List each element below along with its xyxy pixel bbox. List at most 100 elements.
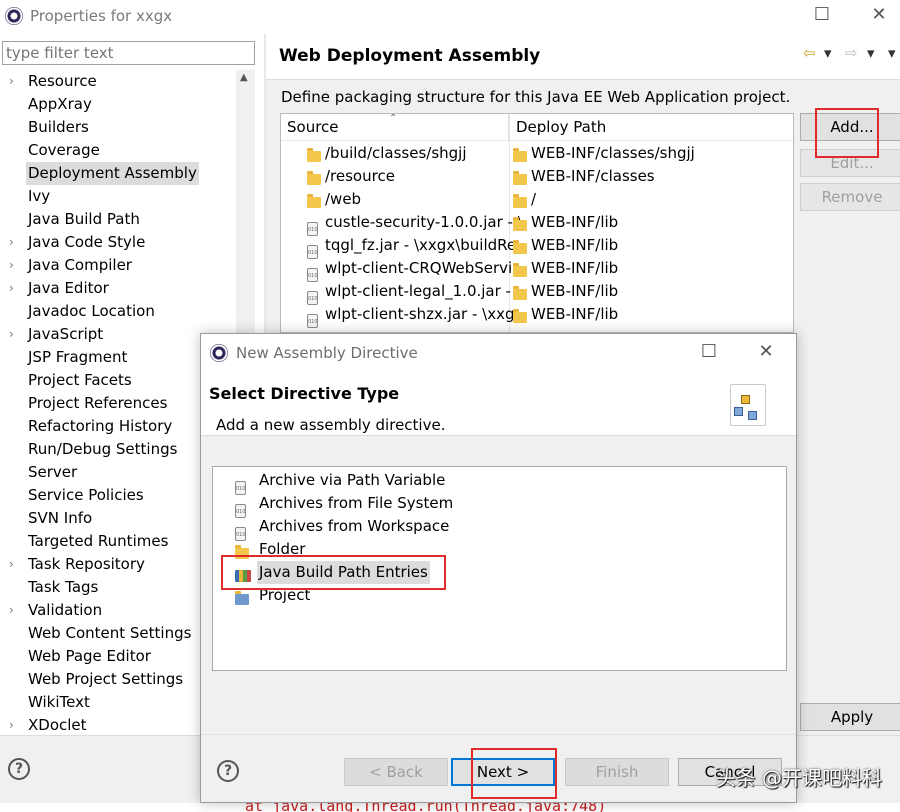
deploy-path-cell: / bbox=[531, 190, 537, 208]
tree-item[interactable]: › Java Editor bbox=[0, 277, 240, 300]
header-label: Source bbox=[287, 118, 339, 136]
directive-label: Archives from File System bbox=[259, 494, 454, 512]
tree-item-label: Targeted Runtimes bbox=[28, 532, 169, 550]
tree-item-label: Builders bbox=[28, 118, 89, 136]
forward-menu-icon[interactable]: ▾ bbox=[867, 44, 875, 62]
table-row[interactable]: 010 wlpt-client-legal_1.0.jar - WEB-INF/li… bbox=[281, 280, 793, 305]
tree-item-label: Deployment Assembly bbox=[26, 162, 199, 185]
list-item-icon-wrap bbox=[235, 566, 251, 589]
folder-icon bbox=[513, 286, 527, 300]
add-button[interactable]: Add... bbox=[800, 113, 900, 141]
dialog-help-icon[interactable]: ? bbox=[217, 760, 239, 782]
tree-item-label: Refactoring History bbox=[28, 417, 173, 435]
folder-icon bbox=[513, 309, 527, 323]
expand-chevron-icon[interactable]: › bbox=[9, 231, 14, 254]
folder-icon bbox=[513, 171, 527, 185]
table-row[interactable]: 010 wlpt-client-shzx.jar - \xxg WEB-INF/li… bbox=[281, 303, 793, 328]
page-description: Define packaging structure for this Java… bbox=[281, 88, 791, 106]
tree-item[interactable]: Deployment Assembly bbox=[0, 162, 240, 185]
wizard-banner-icon bbox=[730, 384, 766, 426]
tree-item-label: SVN Info bbox=[28, 509, 93, 527]
deploy-path-cell: WEB-INF/lib bbox=[531, 282, 619, 300]
expand-chevron-icon[interactable]: › bbox=[9, 277, 14, 300]
folder-icon bbox=[307, 171, 321, 185]
dialog-subheading: Add a new assembly directive. bbox=[216, 416, 446, 434]
maximize-icon: ☐ bbox=[813, 4, 831, 25]
tree-item-label: Java Code Style bbox=[28, 233, 146, 251]
table-row[interactable]: 010 custle-security-1.0.0.jar - \ WEB-INF/… bbox=[281, 211, 793, 236]
column-header-deploy-path[interactable]: Deploy Path bbox=[510, 114, 793, 141]
back-arrow-icon[interactable]: ⇦ bbox=[803, 44, 816, 62]
expand-chevron-icon[interactable]: › bbox=[9, 70, 14, 93]
back-menu-icon[interactable]: ▾ bbox=[824, 44, 832, 62]
dialog-close-button[interactable]: ✕ bbox=[751, 341, 781, 363]
tree-item[interactable]: Builders bbox=[0, 116, 240, 139]
expand-chevron-icon[interactable]: › bbox=[9, 599, 14, 622]
deploy-path-cell: WEB-INF/classes/shgjj bbox=[531, 144, 695, 162]
column-header-source[interactable]: Source ⌃ bbox=[281, 114, 509, 141]
jar-icon: 010 bbox=[235, 527, 246, 541]
expand-chevron-icon[interactable]: › bbox=[9, 714, 14, 737]
list-item-icon-wrap bbox=[235, 589, 249, 612]
tree-item[interactable]: › Resource bbox=[0, 70, 240, 93]
close-button[interactable]: ✕ bbox=[864, 4, 894, 26]
next-button[interactable]: Next > bbox=[451, 758, 555, 786]
remove-button[interactable]: Remove bbox=[800, 183, 900, 211]
tree-item-label: Run/Debug Settings bbox=[28, 440, 178, 458]
maximize-button[interactable]: ☐ bbox=[807, 4, 837, 26]
tree-item[interactable]: Java Build Path bbox=[0, 208, 240, 231]
list-item-icon-wrap: 010 bbox=[235, 497, 246, 520]
eclipse-icon bbox=[210, 344, 228, 362]
table-row[interactable]: /build/classes/shgjj WEB-INF/classes/shgj… bbox=[281, 142, 793, 165]
forward-arrow-icon[interactable]: ⇨ bbox=[845, 44, 858, 62]
tree-item[interactable]: › Java Code Style bbox=[0, 231, 240, 254]
tree-item-label: Validation bbox=[28, 601, 103, 619]
console-line: at java.lang.Thread.run(Thread.java:748) bbox=[245, 803, 607, 812]
tree-item-label: JSP Fragment bbox=[28, 348, 128, 366]
table-row[interactable]: 010 wlpt-client-CRQWebServi WEB-INF/lib bbox=[281, 257, 793, 282]
tree-item-label: Task Repository bbox=[28, 555, 145, 573]
source-cell: custle-security-1.0.0.jar - \ bbox=[325, 213, 523, 231]
tree-item[interactable]: Ivy bbox=[0, 185, 240, 208]
table-row[interactable]: 010 tqgl_fz.jar - \xxgx\buildRe WEB-INF/li… bbox=[281, 234, 793, 259]
eclipse-icon bbox=[5, 7, 23, 25]
expand-chevron-icon[interactable]: › bbox=[9, 254, 14, 277]
folder-icon bbox=[513, 217, 527, 231]
help-icon[interactable]: ? bbox=[8, 758, 30, 780]
list-item-icon-wrap: 010 bbox=[235, 520, 246, 543]
edit-button[interactable]: Edit... bbox=[800, 149, 900, 177]
apply-button[interactable]: Apply bbox=[800, 703, 900, 731]
table-row[interactable]: /web / bbox=[281, 188, 793, 211]
tree-item-label: Resource bbox=[28, 72, 97, 90]
expand-chevron-icon[interactable]: › bbox=[9, 323, 14, 346]
tree-item[interactable]: › Java Compiler bbox=[0, 254, 240, 277]
jar-icon: 010 bbox=[307, 314, 318, 328]
filter-input[interactable] bbox=[2, 41, 255, 65]
deploy-path-cell: WEB-INF/lib bbox=[531, 305, 619, 323]
folder-icon bbox=[307, 194, 321, 208]
view-menu-icon[interactable]: ▾ bbox=[888, 44, 896, 62]
console-output: at java.lang.Thread.run(Thread.java:748) bbox=[0, 803, 900, 812]
table-row[interactable]: /resource WEB-INF/classes bbox=[281, 165, 793, 188]
dialog-maximize-button[interactable]: ☐ bbox=[694, 341, 724, 363]
source-cell: /resource bbox=[325, 167, 395, 185]
directive-label: Folder bbox=[259, 540, 306, 558]
source-cell: wlpt-client-CRQWebServi bbox=[325, 259, 513, 277]
tree-item[interactable]: Coverage bbox=[0, 139, 240, 162]
close-icon: ✕ bbox=[758, 341, 774, 362]
tree-item-label: Project Facets bbox=[28, 371, 132, 389]
source-icon-wrap: 010 bbox=[307, 307, 318, 330]
deploy-icon-wrap bbox=[513, 307, 527, 330]
back-button[interactable]: < Back bbox=[344, 758, 448, 786]
scroll-up-icon[interactable]: ▲ bbox=[240, 72, 248, 83]
dialog-title: New Assembly Directive bbox=[236, 344, 418, 362]
tree-item[interactable]: Javadoc Location bbox=[0, 300, 240, 323]
expand-chevron-icon[interactable]: › bbox=[9, 553, 14, 576]
list-item-icon-wrap bbox=[235, 543, 249, 566]
tree-item-label: Web Project Settings bbox=[28, 670, 184, 688]
tree-item-label: Web Page Editor bbox=[28, 647, 151, 665]
tree-item[interactable]: AppXray bbox=[0, 93, 240, 116]
finish-button[interactable]: Finish bbox=[565, 758, 669, 786]
directive-type-list: 010 Archive via Path Variable 010 Archives … bbox=[212, 466, 787, 671]
window-title: Properties for xxgx bbox=[30, 7, 173, 25]
